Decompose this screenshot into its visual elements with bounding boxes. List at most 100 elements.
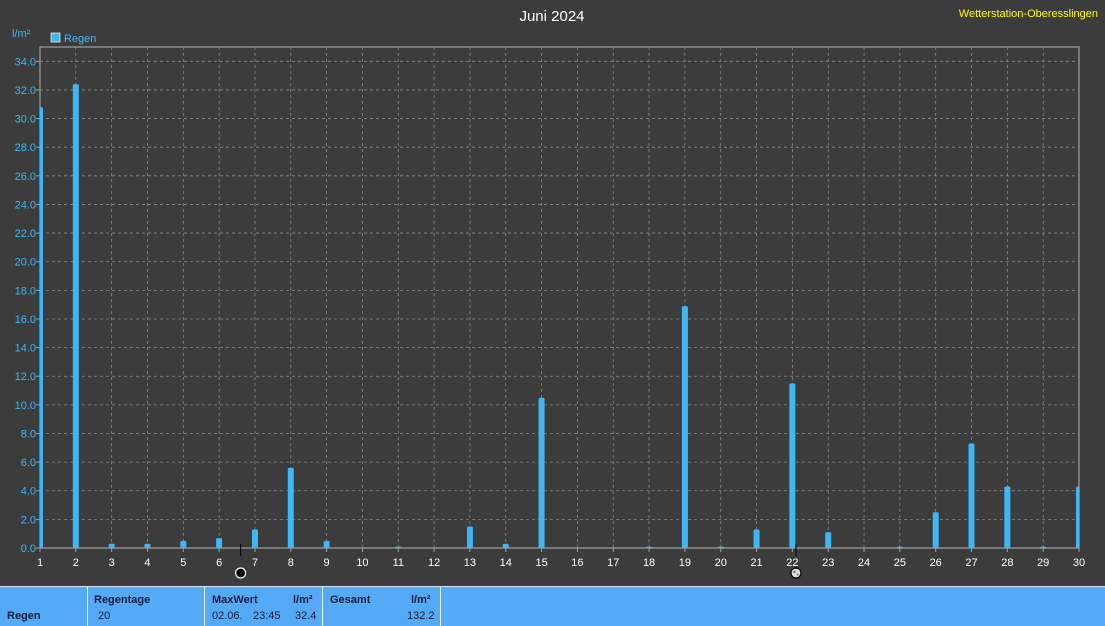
x-tick-label: 28 xyxy=(1001,557,1013,569)
regentage-label: Regentage xyxy=(94,594,151,606)
rain-bar xyxy=(216,537,223,548)
x-tick-label: 27 xyxy=(965,557,977,569)
maxwert-date: 02.06. xyxy=(212,610,243,622)
legend-label: Regen xyxy=(64,33,96,45)
x-tick-label: 4 xyxy=(144,557,150,569)
x-tick-label: 1 xyxy=(37,557,43,569)
x-tick-label: 12 xyxy=(428,557,440,569)
chart-title: Juni 2024 xyxy=(519,8,584,25)
y-tick-label: 18.0 xyxy=(15,285,36,297)
rain-bar xyxy=(466,526,473,548)
x-tick-label: 24 xyxy=(858,557,870,569)
maxwert-time: 23:45 xyxy=(253,610,281,622)
rain-bar xyxy=(717,546,724,548)
rain-bar xyxy=(932,512,939,548)
x-tick-label: 18 xyxy=(643,557,655,569)
x-tick-label: 2 xyxy=(73,557,79,569)
rain-bar xyxy=(1004,486,1011,548)
rain-bar xyxy=(144,543,151,548)
gesamt-label: Gesamt xyxy=(330,594,371,606)
y-tick-label: 12.0 xyxy=(15,371,36,383)
x-tick-label: 7 xyxy=(252,557,258,569)
summary-row-label-cell: Regen xyxy=(0,587,88,626)
x-tick-label: 8 xyxy=(288,557,294,569)
x-tick-label: 21 xyxy=(750,557,762,569)
x-tick-label: 30 xyxy=(1073,557,1085,569)
rain-bar xyxy=(40,107,43,549)
plot-area: 0.0 2.0 4.0 6.0 8.0 10.0 12.0 14.0 16.0 18.0 20.0 2… xyxy=(15,46,1085,579)
rain-bar xyxy=(681,306,688,548)
x-tick-label: 6 xyxy=(216,557,222,569)
x-tick-label: 25 xyxy=(894,557,906,569)
maxwert-unit: l/m² xyxy=(293,594,313,606)
rain-bar xyxy=(323,540,330,548)
x-tick-label: 19 xyxy=(679,557,691,569)
rain-bar xyxy=(1040,546,1047,548)
rain-chart: Juni 2024 Wetterstation-Oberesslingen l/… xyxy=(12,8,1098,579)
x-tick-label: 13 xyxy=(464,557,476,569)
regentage-cell: Regentage 20 xyxy=(88,587,205,626)
rain-bar xyxy=(538,397,545,548)
gesamt-unit: l/m² xyxy=(411,594,431,606)
rain-bar xyxy=(789,383,796,548)
x-tick-label: 22 xyxy=(786,557,798,569)
full-moon-icon xyxy=(790,567,802,579)
y-tick-label: 14.0 xyxy=(15,343,36,355)
maxwert-value: 32.4 xyxy=(295,610,317,622)
x-tick-label: 23 xyxy=(822,557,834,569)
rain-bar xyxy=(753,529,760,548)
rain-bar xyxy=(395,546,402,548)
summary-row-label: Regen xyxy=(7,610,41,622)
y-tick-label: 6.0 xyxy=(21,457,36,469)
x-tick-label: 3 xyxy=(109,557,115,569)
y-tick-label: 10.0 xyxy=(15,400,36,412)
x-tick-label: 14 xyxy=(500,557,512,569)
y-tick-label: 0.0 xyxy=(21,543,36,555)
plot-border xyxy=(39,46,1080,549)
full-moon-crater xyxy=(796,573,799,576)
y-tick-label: 34.0 xyxy=(15,56,36,68)
rain-bar xyxy=(251,529,258,548)
full-moon-crater xyxy=(793,570,796,574)
y-tick-label: 20.0 xyxy=(15,257,36,269)
rain-bar xyxy=(72,84,79,549)
x-tick-label: 5 xyxy=(180,557,186,569)
y-tick-label: 16.0 xyxy=(15,314,36,326)
rain-bar xyxy=(896,546,903,548)
x-tick-label: 29 xyxy=(1037,557,1049,569)
x-tick-label: 20 xyxy=(715,557,727,569)
regentage-value: 20 xyxy=(98,610,111,622)
rain-bar xyxy=(287,467,294,548)
gesamt-value: 132.2 xyxy=(407,610,435,622)
maxwert-cell: MaxWert l/m² 02.06. 23:45 32.4 xyxy=(205,587,323,626)
rain-bar xyxy=(1076,486,1079,548)
rain-bar xyxy=(180,540,187,548)
y-tick-label: 24.0 xyxy=(15,199,36,211)
x-tick-label: 26 xyxy=(930,557,942,569)
y-tick-label: 30.0 xyxy=(15,114,36,126)
y-tick-label: 28.0 xyxy=(15,142,36,154)
y-tick-label: 26.0 xyxy=(15,171,36,183)
y-axis-unit: l/m² xyxy=(12,28,31,40)
x-tick-label: 16 xyxy=(571,557,583,569)
x-tick-label: 10 xyxy=(356,557,368,569)
rain-bar xyxy=(108,543,115,548)
gesamt-cell: Gesamt l/m² 132.2 xyxy=(323,587,441,626)
y-tick-label: 32.0 xyxy=(15,85,36,97)
y-tick-label: 22.0 xyxy=(15,228,36,240)
station-name: Wetterstation-Oberesslingen xyxy=(959,8,1098,20)
y-tick-label: 2.0 xyxy=(21,514,36,526)
y-tick-label: 4.0 xyxy=(21,486,36,498)
rain-bar xyxy=(825,532,832,548)
rain-bar xyxy=(646,546,653,548)
x-tick-label: 9 xyxy=(324,557,330,569)
summary-footer: Regen Regentage 20 MaxWert l/m² 02.06. 2… xyxy=(0,586,1105,626)
rain-bar xyxy=(968,443,975,548)
new-moon-icon xyxy=(235,567,247,579)
x-tick-label: 17 xyxy=(607,557,619,569)
y-tick-label: 8.0 xyxy=(21,428,36,440)
x-tick-label: 15 xyxy=(535,557,547,569)
maxwert-label: MaxWert xyxy=(212,594,258,606)
rain-bar xyxy=(502,543,509,548)
legend-swatch xyxy=(50,32,61,43)
